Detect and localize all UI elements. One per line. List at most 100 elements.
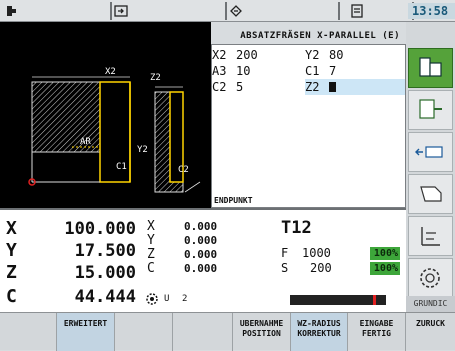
param-z2-name: Z2: [305, 80, 320, 94]
tool-number: 12: [291, 218, 312, 238]
editor-icon: [351, 4, 363, 18]
machine-icon: [7, 6, 16, 16]
feed-value: 1000: [302, 246, 331, 260]
spindle-label: S: [281, 261, 289, 275]
softkey-machine-cycle[interactable]: [408, 48, 453, 88]
position-icon: [415, 146, 443, 158]
param-c2-name: C2: [212, 80, 227, 94]
field-hint: ENDPUNKT: [214, 196, 253, 205]
position-display: X 100.000 Y 17.500 Z 15.000 C 44.444 X 0…: [0, 208, 406, 312]
softkey-erweitert[interactable]: ERWEITERT: [57, 313, 115, 351]
param-y2[interactable]: Y2 80: [305, 47, 343, 63]
dist-y-label: Y: [147, 233, 155, 248]
softkey-wz-radius-line2: KORREKTUR: [297, 329, 341, 338]
tool-display: T12: [281, 218, 312, 238]
softkey-uebernahme-position[interactable]: UBERNAHME POSITION: [233, 313, 291, 351]
gear-range-label: U: [164, 294, 170, 304]
offset-icon: [230, 5, 242, 17]
program-run-icon: [114, 5, 128, 17]
param-y2-value[interactable]: 80: [329, 47, 343, 63]
param-y2-name: Y2: [305, 48, 320, 62]
feed-label: F: [281, 246, 289, 260]
softkey-eingabe-line2: FERTIG: [362, 329, 391, 338]
spindle-load-bar: [290, 295, 386, 305]
dist-x-value: 0.000: [184, 220, 218, 233]
softkey-wz-radius-line1: WZ-RADIUS: [297, 319, 341, 328]
axes-icon: [421, 227, 440, 246]
softkey-drill[interactable]: [408, 90, 453, 130]
hand-icon: [420, 186, 442, 202]
softkey-eingabe-line1: EINGABE: [359, 319, 394, 328]
param-x2-value[interactable]: 200: [236, 47, 258, 63]
vertical-softkey-bar: GRUNDIC: [406, 22, 455, 312]
softkey-bottom-3[interactable]: [115, 313, 173, 351]
label-x2: X2: [105, 67, 116, 77]
top-tab-bar: 13:58: [0, 0, 455, 22]
param-c1[interactable]: C1 7: [305, 63, 336, 79]
softkey-axes[interactable]: [408, 216, 453, 256]
dist-x-label: X: [147, 219, 155, 234]
label-z2: Z2: [150, 73, 161, 83]
dist-c-value: 0.000: [184, 262, 218, 275]
param-z2[interactable]: Z2: [305, 79, 336, 95]
axis-c-value: 44.444: [74, 287, 136, 307]
softkey-bottom-1[interactable]: [0, 313, 57, 351]
tab-offset[interactable]: [225, 2, 340, 20]
softkey-position[interactable]: [408, 132, 453, 172]
param-c2-value[interactable]: 5: [236, 79, 243, 95]
gear-icon: [420, 268, 440, 288]
axis-z-label: Z: [6, 262, 17, 283]
drill-icon: [419, 99, 442, 119]
dist-z-label: Z: [147, 247, 155, 262]
param-c2[interactable]: C2 5: [212, 79, 243, 95]
clock-display: 13:58: [408, 3, 455, 19]
axis-y-label: Y: [6, 240, 17, 261]
label-c1: C1: [116, 162, 127, 172]
param-a3-name: A3: [212, 64, 227, 78]
param-a3[interactable]: A3 10: [212, 63, 250, 79]
param-c1-value[interactable]: 7: [329, 63, 336, 79]
text-cursor: [329, 82, 336, 92]
gear-range-icon: [146, 293, 158, 305]
dist-y-value: 0.000: [184, 234, 218, 247]
softkey-gear[interactable]: [408, 258, 453, 298]
active-field-highlight: [305, 79, 405, 95]
axis-x-label: X: [6, 218, 17, 239]
spindle-value: 200: [310, 261, 332, 275]
dist-z-value: 0.000: [184, 248, 218, 261]
cycle-graphic: X2 AR C1 Y2 Z2 C2: [0, 22, 211, 208]
dist-c-label: C: [147, 261, 155, 276]
label-c2: C2: [178, 165, 189, 175]
tab-editor[interactable]: [338, 2, 414, 20]
softkey-grund[interactable]: GRUNDIC: [406, 296, 455, 312]
axis-z-value: 15.000: [74, 263, 136, 283]
axis-x-value: 100.000: [64, 219, 136, 239]
softkey-zurueck[interactable]: ZURUCK: [406, 313, 455, 351]
cycle-parameter-form: X2 200 Y2 80 A3 10 C1 7 C2 5 Z2 ENDPUNKT: [211, 44, 406, 208]
label-y2: Y2: [137, 145, 148, 155]
param-x2-name: X2: [212, 48, 227, 62]
softkey-uebernahme-line1: UBERNAHME: [239, 319, 284, 328]
tab-machine[interactable]: [0, 2, 112, 20]
spindle-override: 100%: [370, 262, 400, 275]
gear-range-value: 2: [182, 294, 188, 304]
softkey-wz-radius[interactable]: WZ-RADIUS KORREKTUR: [291, 313, 348, 351]
cycle-diagram: X2 AR C1 Y2 Z2 C2: [28, 67, 201, 193]
cycle-title: ABSATZFRÄSEN X-PARALLEL (E): [240, 31, 400, 41]
spindle-load-marker: [373, 295, 376, 305]
machine-cycle-icon: [419, 57, 442, 77]
axis-y-value: 17.500: [74, 241, 136, 261]
softkey-tool-hand[interactable]: [408, 174, 453, 214]
label-ar: AR: [80, 137, 91, 147]
axis-c-label: C: [6, 286, 17, 307]
feed-override: 100%: [370, 247, 400, 260]
softkey-zurueck-label: ZURUCK: [416, 319, 445, 328]
tab-program[interactable]: [110, 2, 227, 20]
softkey-eingabe-fertig[interactable]: EINGABE FERTIG: [348, 313, 406, 351]
param-x2[interactable]: X2 200: [212, 47, 258, 63]
softkey-bottom-4[interactable]: [173, 313, 233, 351]
softkey-uebernahme-line2: POSITION: [242, 329, 281, 338]
tool-label: T: [281, 218, 292, 238]
param-a3-value[interactable]: 10: [236, 63, 250, 79]
param-c1-name: C1: [305, 64, 320, 78]
